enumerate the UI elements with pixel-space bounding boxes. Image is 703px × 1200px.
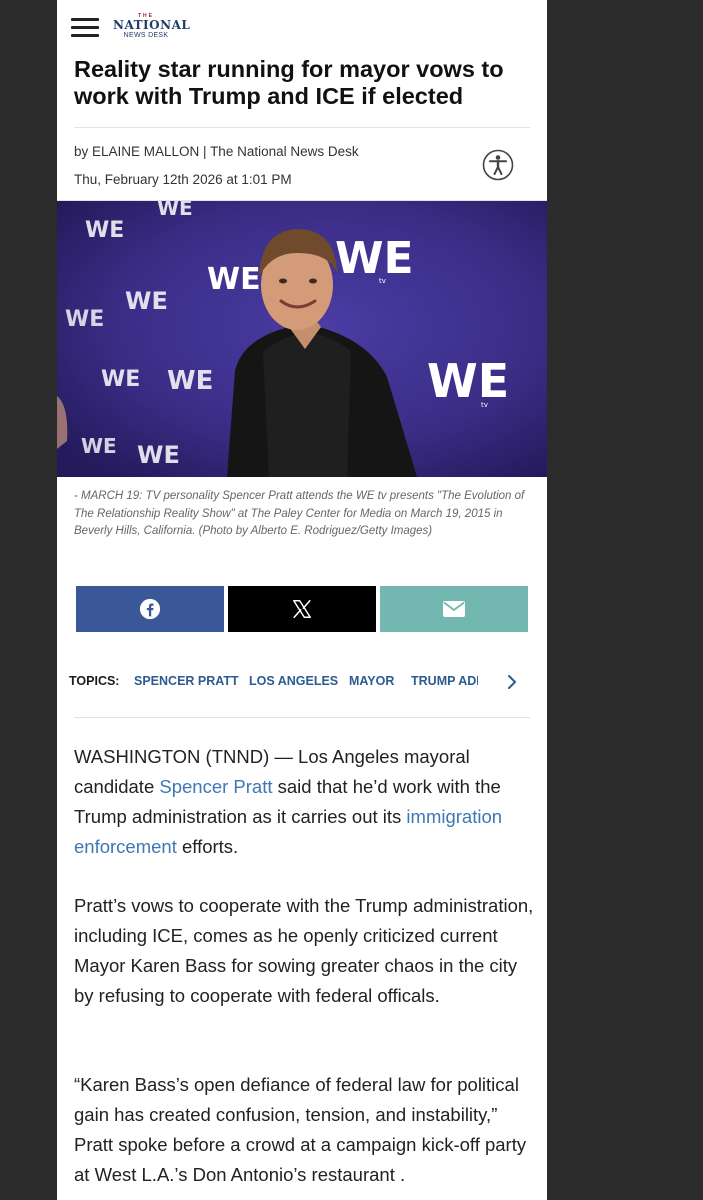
backdrop-logo: WE [427,354,509,408]
paragraph-text: efforts. [176,836,239,857]
article-paragraph-2: Pratt’s vows to cooperate with the Trump… [74,895,534,1006]
backdrop-logo-sub: tv [379,277,386,285]
share-x-button[interactable] [228,586,376,632]
hamburger-menu-icon[interactable] [71,18,99,38]
site-logo[interactable]: THE NATIONAL NEWS DESK [113,14,190,40]
backdrop-logo: WE [125,287,168,315]
divider [74,127,530,128]
chevron-right-icon[interactable] [504,673,520,691]
x-logo-icon [293,599,311,619]
topic-trump-administration[interactable]: TRUMP ADMINISTRATION [411,674,478,688]
byline-author[interactable]: by ELAINE MALLON [74,144,199,159]
article-page: THE NATIONAL NEWS DESK Reality star runn… [57,0,547,1200]
backdrop-logo: WE [101,367,140,392]
topic-mayor[interactable]: MAYOR [349,674,394,688]
backdrop-logo: WE [81,434,117,458]
backdrop-logo: WE [335,233,414,284]
byline-outlet[interactable]: The National News Desk [210,144,359,159]
backdrop-logo: WE [137,441,180,469]
envelope-icon [443,601,465,617]
logo-sub-text: NEWS DESK [123,32,169,39]
article-paragraph-3: “Karen Bass’s open defiance of federal l… [74,1074,527,1185]
publish-date: Thu, February 12th 2026 at 1:01 PM [74,172,292,187]
article-headline: Reality star running for mayor vows to w… [74,56,504,109]
share-email-button[interactable] [380,586,528,632]
topics-label: TOPICS: [69,674,120,688]
topics-bar: TOPICS: SPENCER PRATT LOS ANGELES MAYOR … [69,673,539,693]
divider [74,717,530,718]
article-photo[interactable]: WE WE WE WE WE WE WE WE WE WE WE tv tv [57,201,547,477]
backdrop-logo: WE [65,307,104,332]
top-navigation-bar: THE NATIONAL NEWS DESK [57,0,547,57]
backdrop-logo: WE [167,366,213,396]
link-spencer-pratt[interactable]: Spencer Pratt [159,776,272,797]
backdrop-logo: WE [157,201,193,220]
topic-los-angeles[interactable]: LOS ANGELES [249,674,338,688]
backdrop-logo-sub: tv [481,401,488,409]
share-facebook-button[interactable] [76,586,224,632]
photo-caption: - MARCH 19: TV personality Spencer Pratt… [74,490,525,537]
accessibility-icon[interactable] [482,149,514,181]
logo-name-text: NATIONAL [113,18,191,32]
backdrop-logo: WE [207,262,261,297]
backdrop-logo: WE [85,218,124,243]
article-paragraph-1: WASHINGTON (TNND) — Los Angeles mayoral … [74,742,536,862]
byline: by ELAINE MALLON | The National News Des… [74,144,359,159]
facebook-icon [139,598,161,620]
byline-separator: | [199,144,211,159]
topic-spencer-pratt[interactable]: SPENCER PRATT [134,674,239,688]
